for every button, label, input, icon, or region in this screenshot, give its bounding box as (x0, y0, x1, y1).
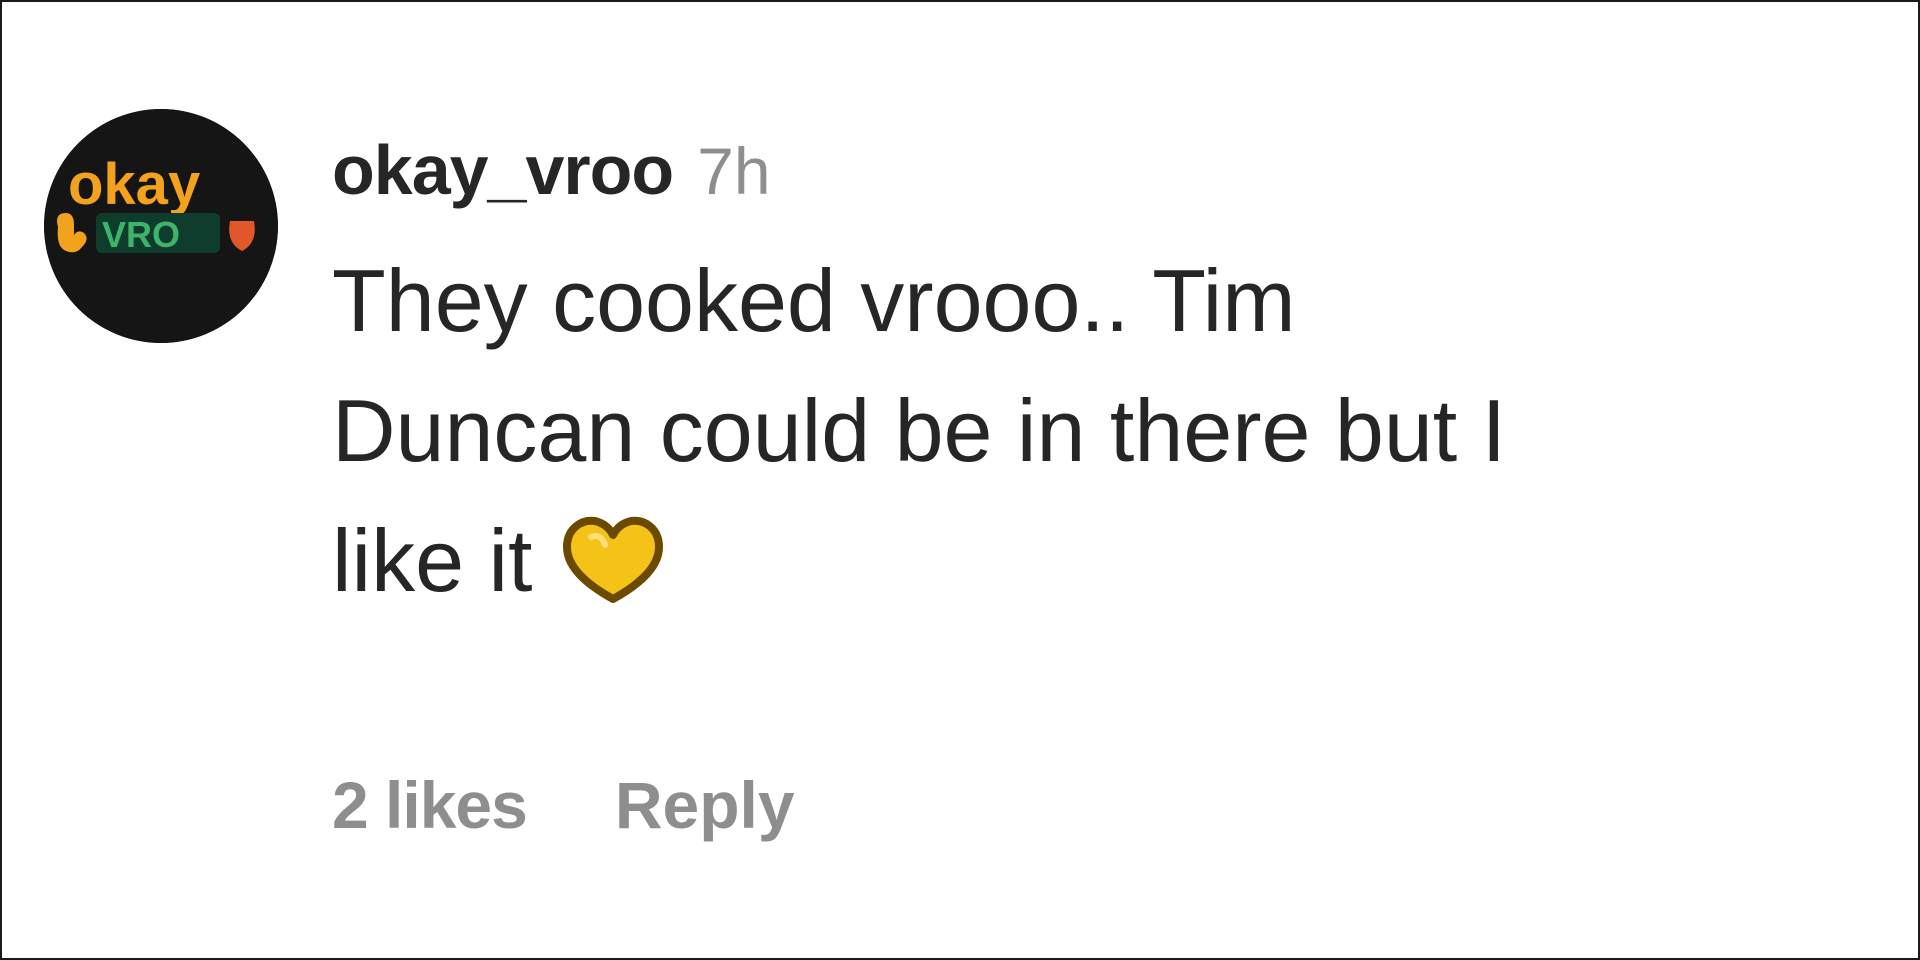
comment-header: okay_vroo 7h (332, 130, 1918, 220)
comment-text-block: They cooked vrooo.. Tim Duncan could be … (332, 236, 1892, 626)
okay-vroo-logo-icon: okay VRO (44, 109, 278, 343)
username-link[interactable]: okay_vroo (332, 130, 674, 210)
avatar-logo-text-bottom: VRO (102, 214, 180, 255)
reply-button[interactable]: Reply (615, 767, 795, 843)
comment-body: okay_vroo 7h They cooked vrooo.. Tim Dun… (332, 130, 1918, 626)
comment-timestamp[interactable]: 7h (697, 133, 770, 209)
avatar-logo-text-top: okay (68, 152, 200, 217)
yellow-heart-emoji-icon (561, 510, 665, 603)
user-avatar[interactable]: okay VRO (44, 109, 278, 343)
comment-text: They cooked vrooo.. Tim Duncan could be … (332, 251, 1507, 610)
comment-card: okay VRO okay_vroo 7h They cooked vrooo.… (0, 0, 1920, 960)
likes-count-button[interactable]: 2 likes (332, 767, 528, 843)
comment-actions: 2 likes Reply (332, 767, 795, 843)
